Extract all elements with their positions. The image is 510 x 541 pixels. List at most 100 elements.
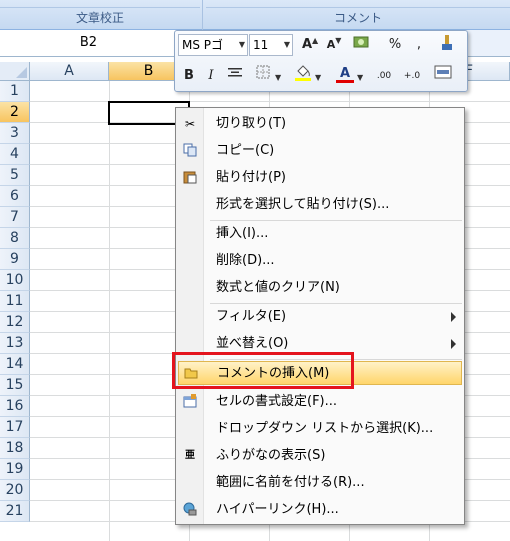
borders-icon [256,65,270,79]
comma-style-button[interactable]: , [409,34,429,56]
percent-style-button[interactable]: % [385,34,405,56]
borders-button[interactable] [253,65,273,87]
chevron-down-icon: ▼ [283,40,290,49]
row-header-3[interactable]: 3 [0,123,30,144]
menu-item-delete[interactable]: 削除(D)... [178,249,462,273]
menu-item-pick-from-list[interactable]: ドロップダウン リストから選択(K)... [178,417,462,441]
shrink-font-label: A [326,38,336,51]
menu-item-label: セルの書式設定(F)... [216,394,338,409]
font-name-combo[interactable]: MS Pゴ ▼ [178,34,248,56]
font-color-label: A [339,66,351,81]
menu-item-label: ドロップダウン リストから選択(K)... [216,421,434,436]
format-cells-icon [182,394,198,410]
accounting-format-button[interactable] [347,34,377,56]
row-header-19[interactable]: 19 [0,459,30,480]
scissors-icon: ✂ [184,117,196,131]
font-color-swatch [336,80,354,83]
menu-item-paste[interactable]: 貼り付け(P) [178,166,462,190]
caret-up-icon: ▲ [312,36,319,45]
submenu-arrow-icon [451,312,456,322]
merge-center-button[interactable] [433,65,453,87]
increase-decimal-label: .00 [376,71,392,81]
menu-item-label: ふりがなの表示(S) [216,448,326,463]
row-header-16[interactable]: 16 [0,396,30,417]
font-size-value: 11 [253,38,269,52]
menu-item-label: ハイパーリンク(H)... [216,502,339,517]
row-header-6[interactable]: 6 [0,186,30,207]
decrease-decimal-label: +.0 [403,71,421,81]
font-color-button[interactable]: A [335,63,355,85]
decrease-decimal-button[interactable]: +.0 [399,65,425,87]
row-header-7[interactable]: 7 [0,207,30,228]
menu-item-format-cells[interactable]: セルの書式設定(F)... [178,390,462,414]
row-header-15[interactable]: 15 [0,375,30,396]
menu-item-label: 範囲に名前を付ける(R)... [216,475,365,490]
menu-item-cut[interactable]: ✂ 切り取り(T) [178,112,462,136]
menu-item-label: 挿入(I)... [216,226,269,241]
fill-bucket-icon [295,65,311,81]
row-header-5[interactable]: 5 [0,165,30,186]
menu-item-paste-special[interactable]: 形式を選択して貼り付け(S)... [178,193,462,217]
format-painter-button[interactable] [437,34,457,56]
row-header-21[interactable]: 21 [0,501,30,522]
menu-item-label: 形式を選択して貼り付け(S)... [216,197,390,212]
menu-item-define-name[interactable]: 範囲に名前を付ける(R)... [178,471,462,495]
name-box[interactable]: B2 [0,30,178,56]
row-header-17[interactable]: 17 [0,417,30,438]
row-header-2[interactable]: 2 [0,102,30,123]
menu-item-label: コピー(C) [216,143,275,158]
menu-separator [210,220,462,221]
grow-font-button[interactable]: A ▲ [297,34,318,56]
mini-toolbar: MS Pゴ ▼ 11 ▼ A ▲ A ▼ % , B I ▼ ▼ A ▼ .00 +.0 [174,30,468,92]
row-header-4[interactable]: 4 [0,144,30,165]
menu-item-label: 削除(D)... [216,253,275,268]
context-menu: ✂ 切り取り(T) コピー(C) 貼り付け(P) 形式を選択して貼り付け(S).… [175,107,465,525]
furigana-icon: 亜 [185,450,195,461]
font-name-value: MS Pゴ [182,38,224,52]
menu-item-hyperlink[interactable]: ハイパーリンク(H)... [178,498,462,522]
menu-item-insert[interactable]: 挿入(I)... [178,222,462,246]
bold-button[interactable]: B [179,65,199,87]
increase-decimal-button[interactable]: .00 [371,65,397,87]
merge-cells-icon [434,65,452,79]
row-header-8[interactable]: 8 [0,228,30,249]
font-size-combo[interactable]: 11 ▼ [249,34,293,56]
row-header-18[interactable]: 18 [0,438,30,459]
ribbon-top-left [0,0,200,8]
menu-item-label: 貼り付け(P) [216,170,286,185]
row-header-12[interactable]: 12 [0,312,30,333]
center-align-button[interactable] [225,65,245,87]
fill-color-button[interactable] [293,63,313,85]
column-header-a[interactable]: A [30,62,109,81]
ribbon-top-right [206,0,510,8]
align-center-icon [228,68,242,77]
row-header-1[interactable]: 1 [0,81,30,102]
currency-icon [353,36,369,48]
grid-line [30,101,510,102]
menu-item-show-furigana[interactable]: 亜 ふりがなの表示(S) [178,444,462,468]
menu-item-copy[interactable]: コピー(C) [178,139,462,163]
bold-label: B [184,68,194,83]
menu-item-label: フィルタ(E) [216,309,287,324]
row-header-14[interactable]: 14 [0,354,30,375]
row-header-13[interactable]: 13 [0,333,30,354]
menu-item-clear-contents[interactable]: 数式と値のクリア(N) [178,276,462,300]
copy-icon [182,143,198,159]
row-header-11[interactable]: 11 [0,291,30,312]
row-header-9[interactable]: 9 [0,249,30,270]
chevron-down-icon[interactable]: ▼ [357,73,363,82]
select-all-triangle-icon [16,67,27,78]
paste-icon [182,170,198,186]
chevron-down-icon[interactable]: ▼ [275,73,281,82]
italic-button[interactable]: I [201,65,221,87]
menu-item-filter[interactable]: フィルタ(E) [178,305,462,329]
chevron-down-icon: ▼ [238,40,245,49]
grow-font-label: A [301,37,313,52]
shrink-font-button[interactable]: A ▼ [321,34,342,56]
row-header-20[interactable]: 20 [0,480,30,501]
brush-icon [442,35,452,50]
chevron-down-icon[interactable]: ▼ [315,73,321,82]
row-header-10[interactable]: 10 [0,270,30,291]
select-all-corner[interactable] [0,62,30,81]
hyperlink-icon [182,502,198,518]
